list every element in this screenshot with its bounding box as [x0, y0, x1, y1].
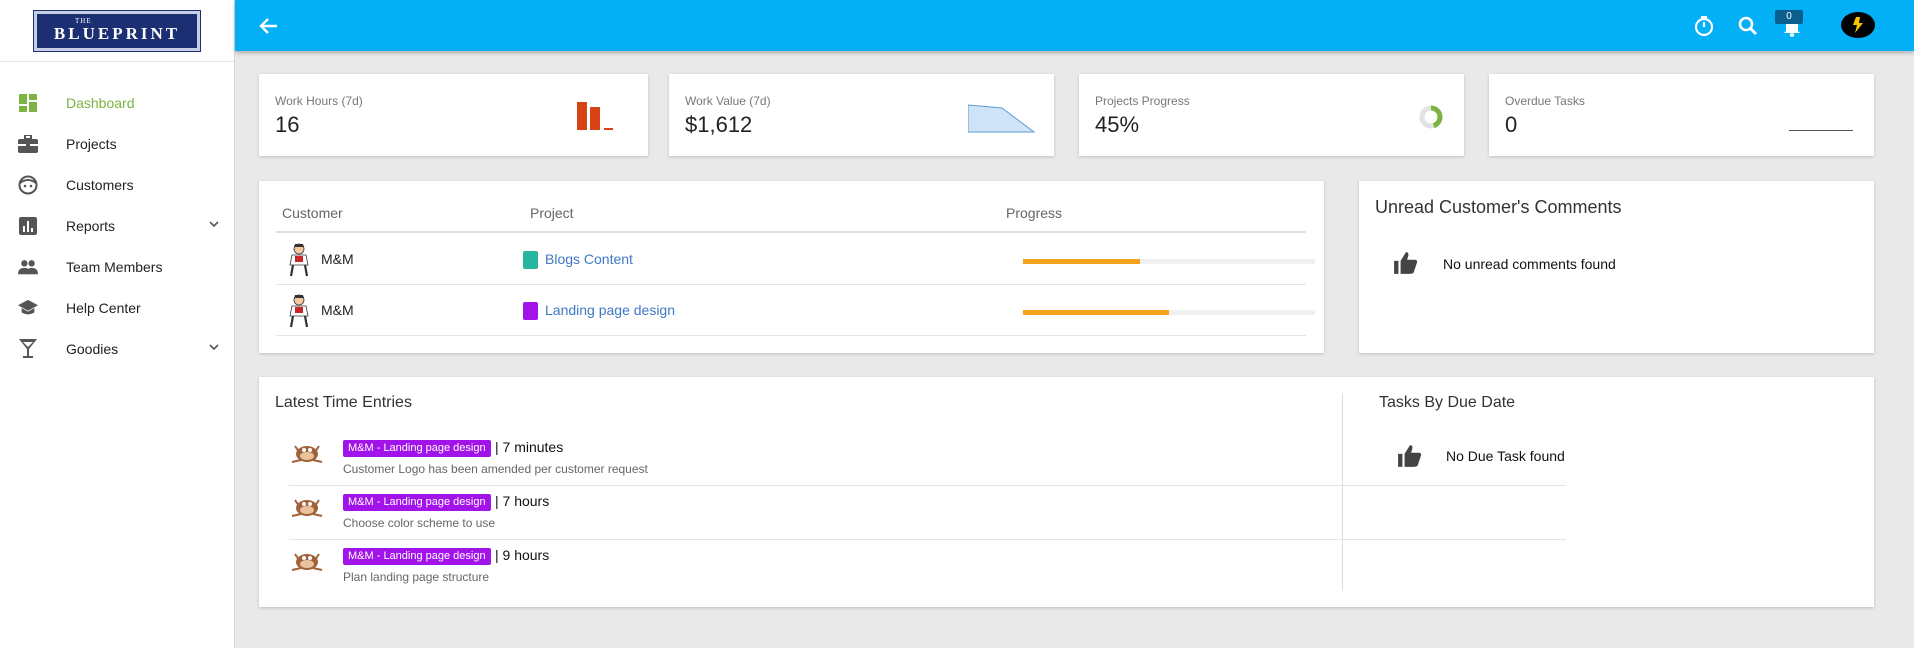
section-title: Latest Time Entries	[275, 394, 412, 411]
sidebar-item-label: Dashboard	[66, 94, 135, 111]
progress-bar-fill	[1023, 310, 1169, 315]
stat-card-work-hours: Work Hours (7d) 16	[259, 74, 648, 156]
user-avatar	[291, 553, 323, 571]
entry-duration: | 7 minutes	[495, 439, 564, 455]
section-title: Tasks By Due Date	[1379, 394, 1516, 411]
project-link[interactable]: Landing page design	[545, 302, 675, 318]
top-app-bar	[235, 0, 1914, 51]
sidebar-item-goodies[interactable]: Goodies	[0, 328, 234, 369]
user-avatar	[291, 499, 323, 517]
stat-label: Work Hours (7d)	[275, 94, 363, 108]
time-entry[interactable]: M&M - Landing page design | 9 hours Plan…	[289, 540, 1566, 594]
logo-area: THE BLUEPRINT	[0, 0, 234, 62]
sidebar-item-label: Team Members	[66, 258, 163, 275]
entry-description: Choose color scheme to use	[343, 516, 496, 530]
stat-card-overdue-tasks: Overdue Tasks 0	[1489, 74, 1874, 156]
sidebar-item-label: Customers	[66, 176, 134, 193]
school-icon	[18, 298, 38, 318]
customer-avatar	[289, 294, 309, 328]
timer-icon[interactable]	[1692, 14, 1716, 38]
user-avatar[interactable]	[1841, 12, 1875, 38]
project-tag[interactable]: M&M - Landing page design	[343, 440, 491, 457]
briefcase-icon	[18, 134, 38, 154]
project-progress-bar	[1023, 259, 1315, 264]
project-color-swatch	[523, 302, 538, 320]
empty-state-text: No Due Task found	[1446, 448, 1565, 464]
bar-chart-icon	[18, 216, 38, 236]
sidebar: THE BLUEPRINT Dashboard Projects Custome…	[0, 0, 235, 648]
customer-name: M&M	[321, 302, 354, 318]
column-header-progress: Progress	[1006, 205, 1063, 221]
stat-value: 16	[275, 112, 300, 137]
user-avatar	[291, 445, 323, 463]
dashboard-icon	[18, 93, 38, 113]
sidebar-nav: Dashboard Projects Customers Reports Tea…	[0, 62, 234, 369]
notification-count-badge: 0	[1775, 10, 1803, 24]
sidebar-item-label: Projects	[66, 135, 117, 152]
project-link[interactable]: Blogs Content	[545, 251, 633, 267]
unread-comments-card: Unread Customer's Comments No unread com…	[1359, 181, 1874, 353]
work-value-sparkline	[968, 104, 1036, 133]
time-entry[interactable]: M&M - Landing page design | 7 minutes Cu…	[289, 432, 1566, 486]
overdue-sparkline	[1789, 130, 1853, 131]
people-icon	[18, 257, 38, 277]
project-color-swatch	[523, 251, 538, 269]
stat-value: 45%	[1095, 112, 1140, 137]
section-title: Unread Customer's Comments	[1375, 197, 1622, 217]
table-header: Customer Project Progress	[276, 205, 1306, 233]
thumbs-up-icon	[1394, 252, 1418, 274]
chevron-down-icon[interactable]	[208, 217, 220, 235]
sidebar-item-help-center[interactable]: Help Center	[0, 287, 234, 328]
face-icon	[18, 175, 38, 195]
project-tag[interactable]: M&M - Landing page design	[343, 548, 491, 565]
stat-value: $1,612	[685, 112, 753, 137]
projects-table-card: Customer Project Progress M&M Blogs Cont…	[259, 181, 1324, 353]
column-header-project: Project	[530, 205, 574, 221]
search-icon[interactable]	[1736, 14, 1760, 38]
column-divider	[1342, 393, 1343, 591]
entry-description: Plan landing page structure	[343, 570, 490, 584]
sidebar-item-label: Goodies	[66, 340, 119, 357]
projects-progress-donut	[1419, 105, 1443, 129]
sidebar-item-label: Help Center	[66, 299, 141, 316]
time-entry[interactable]: M&M - Landing page design | 7 hours Choo…	[289, 486, 1566, 540]
entry-description: Customer Logo has been amended per custo…	[343, 462, 648, 476]
work-hours-sparkline	[577, 102, 613, 130]
sidebar-item-customers[interactable]: Customers	[0, 164, 234, 205]
entry-duration: | 7 hours	[495, 493, 550, 509]
time-entries-card: Latest Time Entries M&M - Landing page d…	[259, 377, 1874, 607]
sidebar-item-team-members[interactable]: Team Members	[0, 246, 234, 287]
back-arrow-icon[interactable]	[257, 14, 281, 38]
stat-label: Projects Progress	[1095, 94, 1190, 108]
stat-label: Overdue Tasks	[1505, 94, 1585, 108]
table-row[interactable]: M&M Blogs Content	[276, 234, 1315, 285]
stat-label: Work Value (7d)	[685, 94, 771, 108]
cocktail-icon	[18, 338, 38, 359]
stat-card-work-value: Work Value (7d) $1,612	[669, 74, 1054, 156]
app-logo[interactable]: THE BLUEPRINT	[33, 9, 201, 52]
sidebar-item-label: Reports	[66, 217, 116, 234]
entry-duration: | 9 hours	[495, 547, 550, 563]
column-header-customer: Customer	[282, 205, 343, 221]
table-row[interactable]: M&M Landing page design	[276, 285, 1315, 336]
project-progress-bar	[1023, 310, 1315, 315]
customer-name: M&M	[321, 251, 354, 267]
progress-bar-fill	[1023, 259, 1140, 264]
chevron-down-icon[interactable]	[208, 340, 220, 358]
sidebar-item-reports[interactable]: Reports	[0, 205, 234, 246]
stat-value: 0	[1505, 112, 1518, 137]
thumbs-up-icon	[1398, 445, 1422, 467]
project-tag[interactable]: M&M - Landing page design	[343, 494, 491, 511]
stat-card-projects-progress: Projects Progress 45%	[1079, 74, 1464, 156]
customer-avatar	[289, 243, 309, 277]
sidebar-item-dashboard[interactable]: Dashboard	[0, 82, 234, 123]
empty-state-text: No unread comments found	[1443, 256, 1616, 272]
sidebar-item-projects[interactable]: Projects	[0, 123, 234, 164]
